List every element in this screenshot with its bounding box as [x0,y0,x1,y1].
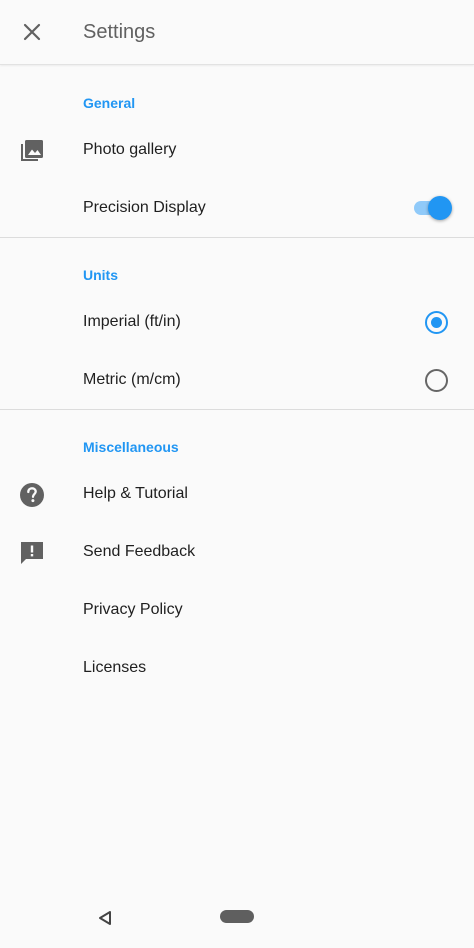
section-header-units: Units [83,267,118,283]
divider [0,409,474,410]
precision-display-switch[interactable] [412,196,452,220]
metric-option[interactable]: Metric (m/cm) [0,351,474,409]
privacy-policy-label: Privacy Policy [83,601,183,618]
precision-display-item[interactable]: Precision Display [0,179,474,237]
imperial-option[interactable]: Imperial (ft/in) [0,293,474,351]
section-header-misc: Miscellaneous [83,439,179,455]
send-feedback-label: Send Feedback [83,543,196,560]
close-icon [23,23,41,41]
close-button[interactable] [14,14,50,50]
licenses-label: Licenses [83,659,147,676]
back-button[interactable] [96,909,114,927]
system-nav-bar [0,896,474,948]
page-title: Settings [83,21,156,43]
privacy-policy-item[interactable]: Privacy Policy [0,581,474,639]
top-app-bar: Settings [0,0,474,65]
help-icon [19,482,45,508]
licenses-item[interactable]: Licenses [0,639,474,697]
switch-thumb [428,196,452,220]
metric-label: Metric (m/cm) [83,371,181,388]
photo-library-icon [19,138,45,164]
send-feedback-item[interactable]: Send Feedback [0,523,474,581]
imperial-label: Imperial (ft/in) [83,313,181,330]
photo-gallery-label: Photo gallery [83,141,177,158]
help-tutorial-label: Help & Tutorial [83,485,188,502]
help-tutorial-item[interactable]: Help & Tutorial [0,465,474,523]
settings-screen: Settings General Photo gallery Precision… [0,0,474,948]
home-pill-icon[interactable] [220,910,254,923]
section-header-general: General [83,95,136,111]
imperial-radio[interactable] [425,311,448,334]
divider [0,237,474,238]
radio-selected-dot [431,317,442,328]
metric-radio[interactable] [425,369,448,392]
precision-display-label: Precision Display [83,199,206,216]
photo-gallery-item[interactable]: Photo gallery [0,121,474,179]
feedback-icon [19,540,45,566]
back-triangle-icon [99,911,111,925]
